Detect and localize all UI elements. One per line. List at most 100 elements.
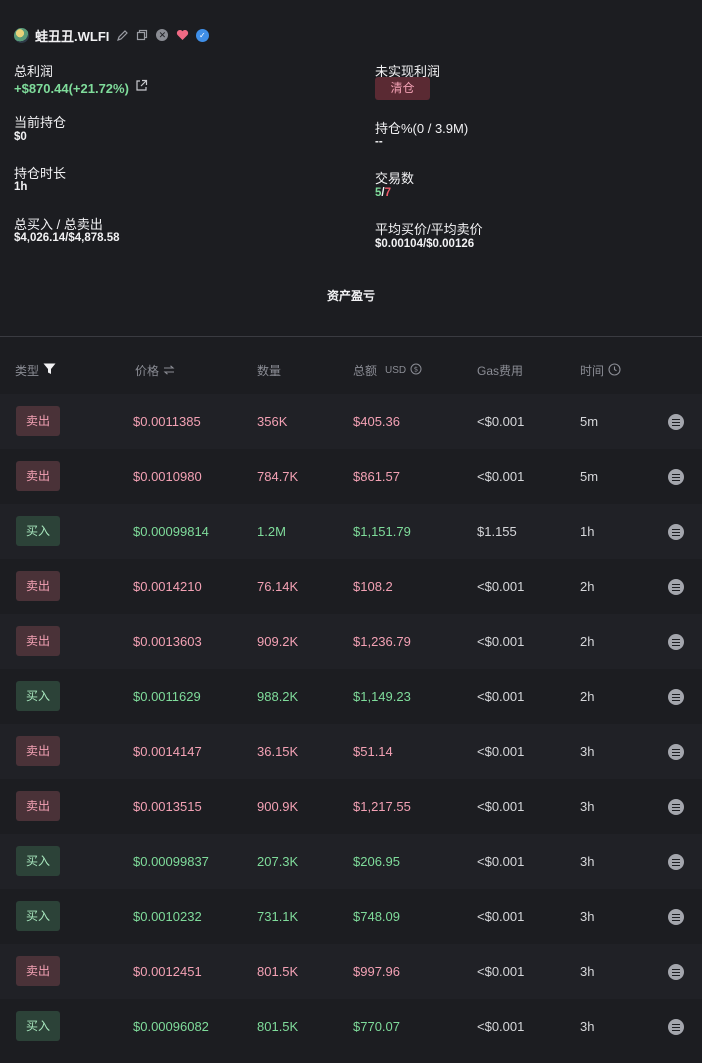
trade-gas: <$0.001: [477, 744, 525, 759]
detail-menu-icon[interactable]: [668, 744, 684, 760]
trade-time: 3h: [580, 909, 595, 924]
heart-icon[interactable]: [175, 28, 189, 42]
holding-duration-value: 1h: [14, 181, 28, 193]
detail-menu-icon[interactable]: [668, 909, 684, 925]
trade-type-badge[interactable]: 卖出: [16, 461, 60, 491]
header-price[interactable]: 价格: [135, 362, 175, 379]
header-type[interactable]: 类型: [15, 362, 56, 379]
trade-time: 3h: [580, 744, 595, 759]
trade-time: 2h: [580, 634, 595, 649]
trade-qty: 801.5K: [257, 964, 299, 979]
trade-qty: 356K: [257, 414, 288, 429]
trade-price: $0.0013603: [133, 634, 202, 649]
copy-icon[interactable]: [135, 28, 149, 42]
trade-type-badge[interactable]: 买入: [16, 846, 60, 876]
trade-gas: <$0.001: [477, 634, 525, 649]
section-title: 资产盈亏: [326, 289, 375, 303]
table-row[interactable]: 卖出 $0.0011385 356K $405.36 <$0.001 5m: [0, 394, 702, 449]
trade-gas: <$0.001: [477, 799, 525, 814]
holding-pct-value: --: [375, 136, 383, 148]
table-row[interactable]: 买入 $0.0011629 988.2K $1,149.23 <$0.001 2h: [0, 669, 702, 724]
trade-type-badge[interactable]: 买入: [16, 901, 60, 931]
trade-price: $0.0011629: [133, 689, 201, 704]
detail-menu-icon[interactable]: [668, 689, 684, 705]
trade-total: $861.57: [353, 469, 400, 484]
header-qty-label: 数量: [257, 364, 282, 378]
table-row[interactable]: 卖出 $0.0013603 909.2K $1,236.79 <$0.001 2h: [0, 614, 702, 669]
trade-time: 2h: [580, 689, 595, 704]
table-row[interactable]: 卖出 $0.0010980 784.7K $861.57 <$0.001 5m: [0, 449, 702, 504]
detail-menu-icon[interactable]: [668, 799, 684, 815]
svg-text:$: $: [414, 366, 418, 374]
table-row[interactable]: 卖出 $0.0014210 76.14K $108.2 <$0.001 2h: [0, 559, 702, 614]
trade-gas: <$0.001: [477, 1019, 525, 1034]
trade-total: $1,236.79: [353, 634, 411, 649]
trade-type-badge[interactable]: 卖出: [16, 791, 60, 821]
divider: [0, 336, 702, 337]
detail-menu-icon[interactable]: [668, 1019, 684, 1035]
detail-menu-icon[interactable]: [668, 634, 684, 650]
currency-toggle-icon[interactable]: $: [410, 363, 422, 378]
detail-menu-icon[interactable]: [668, 964, 684, 980]
detail-menu-icon[interactable]: [668, 469, 684, 485]
table-row[interactable]: 卖出 $0.0012451 801.5K $997.96 <$0.001 3h: [0, 944, 702, 999]
header-qty: 数量: [257, 362, 281, 379]
trade-total: $997.96: [353, 964, 400, 979]
trade-type-badge[interactable]: 买入: [16, 1011, 60, 1041]
trade-total: $1,151.79: [353, 524, 411, 539]
trade-type-badge[interactable]: 卖出: [16, 736, 60, 766]
avg-price-value: $0.00104/$0.00126: [375, 238, 475, 250]
buy-sell-total-label: 总买入 / 总卖出: [14, 217, 103, 232]
trade-price: $0.00099814: [133, 524, 209, 539]
trade-price: $0.0011385: [133, 414, 201, 429]
token-name: 蛙丑丑.WLFI: [35, 28, 110, 44]
header-total-label: 总额: [353, 364, 378, 378]
trade-gas: <$0.001: [477, 689, 525, 704]
table-row[interactable]: 卖出 $0.0013515 900.9K $1,217.55 <$0.001 3h: [0, 779, 702, 834]
trade-qty: 988.2K: [257, 689, 299, 704]
trade-time: 2h: [580, 579, 595, 594]
table-row[interactable]: 买入 $0.0010232 731.1K $748.09 <$0.001 3h: [0, 889, 702, 944]
trade-type-badge[interactable]: 买入: [16, 681, 60, 711]
trade-type-badge[interactable]: 卖出: [16, 571, 60, 601]
table-row[interactable]: 买入 $0.00099837 207.3K $206.95 <$0.001 3h: [0, 834, 702, 889]
trade-type-badge[interactable]: 买入: [16, 516, 60, 546]
detail-menu-icon[interactable]: [668, 854, 684, 870]
detail-menu-icon[interactable]: [668, 524, 684, 540]
detail-menu-icon[interactable]: [668, 414, 684, 430]
table-row[interactable]: 卖出 $0.0014147 36.15K $51.14 <$0.001 3h: [0, 724, 702, 779]
avg-price-label: 平均买价/平均卖价: [375, 222, 483, 237]
swap-icon[interactable]: [163, 364, 175, 378]
trade-qty: 76.14K: [257, 579, 299, 594]
trade-price: $0.00099837: [133, 854, 209, 869]
x-social-icon[interactable]: ✕: [155, 28, 169, 42]
total-profit-value: +$870.44(+21.72%): [14, 80, 129, 96]
table-row[interactable]: 买入 $0.00099814 1.2M $1,151.79 $1.155 1h: [0, 504, 702, 559]
trade-qty: 784.7K: [257, 469, 299, 484]
trade-qty: 801.5K: [257, 1019, 299, 1034]
detail-menu-icon[interactable]: [668, 579, 684, 595]
trade-gas: <$0.001: [477, 854, 525, 869]
header-total[interactable]: 总额 USD $: [353, 362, 422, 379]
edit-icon[interactable]: [115, 28, 129, 42]
trade-type-badge[interactable]: 卖出: [16, 406, 60, 436]
filter-icon[interactable]: [43, 363, 56, 378]
header-time[interactable]: 时间: [580, 362, 621, 379]
trade-time: 1h: [580, 524, 595, 539]
clock-icon[interactable]: [608, 362, 621, 379]
clear-position-button[interactable]: 清仓: [375, 77, 430, 100]
header-type-label: 类型: [15, 364, 40, 378]
trade-time: 5m: [580, 469, 599, 484]
trade-type-badge[interactable]: 卖出: [16, 626, 60, 656]
external-link-icon[interactable]: [135, 79, 148, 97]
trade-total: $1,217.55: [353, 799, 411, 814]
token-avatar: [14, 27, 29, 43]
table-row[interactable]: 买入 $0.00096082 801.5K $770.07 <$0.001 3h: [0, 999, 702, 1054]
trade-time: 3h: [580, 854, 595, 869]
holding-pct-label: 持仓%(0 / 3.9M): [375, 121, 469, 136]
header-gas-label: Gas费用: [477, 364, 524, 378]
trade-time: 3h: [580, 964, 595, 979]
trade-type-badge[interactable]: 卖出: [16, 956, 60, 986]
trade-price: $0.0010980: [133, 469, 202, 484]
token-header: 蛙丑丑.WLFI ✕ ✓: [14, 26, 209, 44]
